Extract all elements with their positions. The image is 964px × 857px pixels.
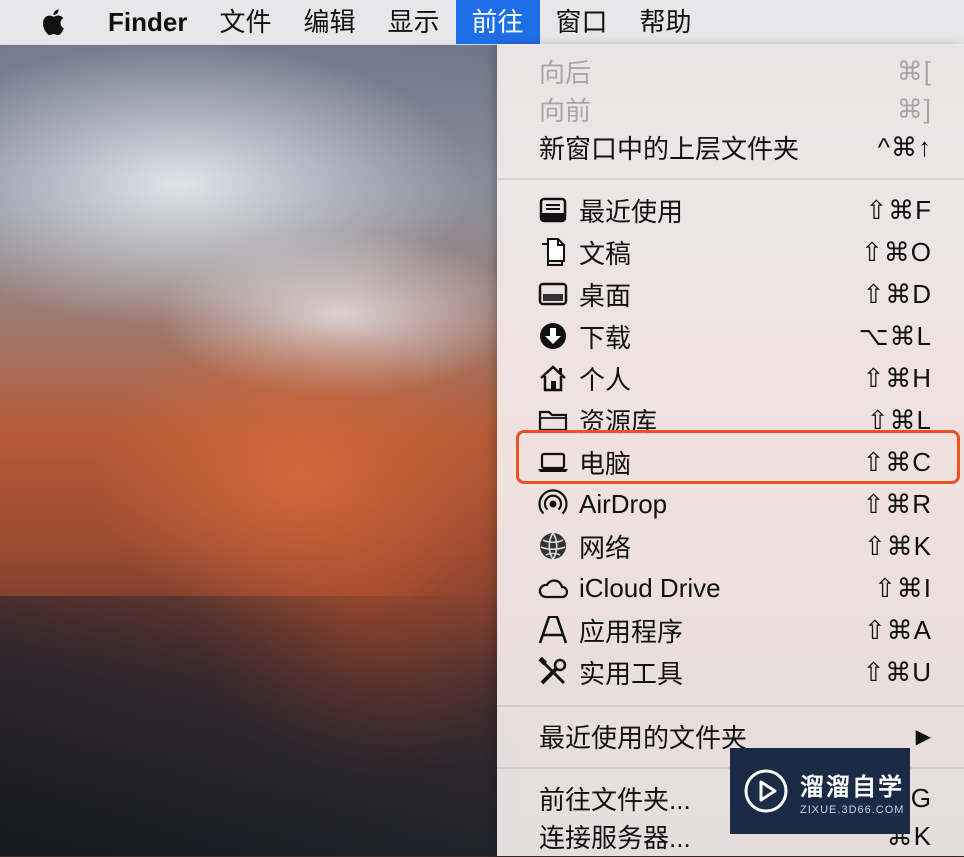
menu-item-label: iCloud Drive bbox=[579, 572, 721, 603]
desktop-icon bbox=[537, 278, 569, 310]
menu-edit[interactable]: 编辑 bbox=[287, 0, 371, 44]
menu-item-utilities[interactable]: 实用工具 ⇧⌘U bbox=[497, 651, 964, 693]
menu-item-label: 网络 bbox=[579, 532, 632, 563]
menu-bar: Finder 文件 编辑 显示 前往 窗口 帮助 bbox=[0, 0, 964, 45]
airdrop-icon bbox=[537, 488, 569, 520]
menu-item-label: 应用程序 bbox=[579, 616, 684, 647]
menu-item-shortcut: ⇧⌘U bbox=[862, 656, 932, 687]
menu-item-label: 向后 bbox=[539, 57, 592, 88]
menu-item-home[interactable]: 个人 ⇧⌘H bbox=[497, 357, 964, 399]
menu-item-shortcut: ⇧⌘K bbox=[863, 530, 932, 561]
menu-item-shortcut: ⌘[ bbox=[896, 55, 932, 86]
menu-go[interactable]: 前往 bbox=[455, 0, 540, 44]
utilities-icon bbox=[537, 656, 569, 688]
menu-window[interactable]: 窗口 bbox=[540, 0, 624, 44]
menu-item-applications[interactable]: 应用程序 ⇧⌘A bbox=[497, 609, 964, 651]
menu-item-downloads[interactable]: 下载 ⌥⌘L bbox=[497, 315, 964, 357]
menu-help[interactable]: 帮助 bbox=[624, 0, 708, 44]
network-icon bbox=[537, 530, 569, 562]
menu-item-label: 下载 bbox=[579, 322, 632, 353]
menu-item-shortcut: ⇧⌘D bbox=[862, 278, 932, 309]
menu-item-label: AirDrop bbox=[579, 488, 668, 519]
menu-item-shortcut: ⇧⌘A bbox=[863, 614, 932, 645]
menu-item-forward[interactable]: 向前 ⌘] bbox=[497, 88, 964, 130]
menu-item-label: 实用工具 bbox=[579, 658, 684, 689]
menu-item-label: 文稿 bbox=[579, 238, 632, 269]
menu-file[interactable]: 文件 bbox=[203, 0, 287, 44]
apple-icon[interactable] bbox=[40, 7, 70, 37]
menu-item-label: 桌面 bbox=[579, 280, 632, 311]
menu-item-airdrop[interactable]: AirDrop ⇧⌘R bbox=[497, 483, 964, 525]
cloud-icon bbox=[537, 572, 569, 604]
recents-icon bbox=[537, 194, 569, 226]
menu-separator bbox=[497, 178, 964, 180]
computer-highlight-box bbox=[516, 430, 960, 484]
menu-item-shortcut: ⇧⌘O bbox=[860, 236, 932, 267]
menu-separator bbox=[497, 705, 964, 707]
menu-finder[interactable]: Finder bbox=[108, 0, 203, 44]
menu-item-label: 向前 bbox=[539, 95, 592, 126]
menu-item-shortcut: ⌥⌘L bbox=[858, 320, 932, 351]
menu-item-shortcut: ⇧⌘H bbox=[862, 362, 932, 393]
download-icon bbox=[537, 320, 569, 352]
menu-item-network[interactable]: 网络 ⇧⌘K bbox=[497, 525, 964, 567]
menu-item-label: 最近使用的文件夹 bbox=[539, 722, 748, 753]
menu-item-back[interactable]: 向后 ⌘[ bbox=[497, 50, 964, 92]
menu-item-recents[interactable]: 最近使用 ⇧⌘F bbox=[497, 189, 964, 231]
menu-item-shortcut: ⇧⌘R bbox=[862, 488, 932, 519]
applications-icon bbox=[537, 614, 569, 646]
play-logo-icon bbox=[744, 769, 788, 813]
menu-view[interactable]: 显示 bbox=[371, 0, 455, 44]
menu-item-desktop[interactable]: 桌面 ⇧⌘D bbox=[497, 273, 964, 315]
menu-item-enclosing-folder[interactable]: 新窗口中的上层文件夹 ^⌘↑ bbox=[497, 126, 964, 168]
menu-item-shortcut: ^⌘↑ bbox=[877, 131, 932, 162]
menu-item-label: 新窗口中的上层文件夹 bbox=[539, 133, 800, 164]
watermark-title: 溜溜自学 bbox=[800, 773, 904, 801]
menu-item-label: 连接服务器... bbox=[539, 822, 691, 853]
menu-item-label: 个人 bbox=[579, 364, 632, 395]
menu-item-shortcut: G bbox=[910, 782, 932, 813]
menu-item-label: 前往文件夹... bbox=[539, 784, 691, 815]
watermark-badge: 溜溜自学 ZIXUE.3D66.COM bbox=[730, 748, 910, 834]
menu-item-shortcut: ⇧⌘I bbox=[873, 572, 932, 603]
submenu-arrow-icon: ▶ bbox=[915, 725, 932, 748]
watermark-subtitle: ZIXUE.3D66.COM bbox=[800, 803, 905, 816]
menu-item-shortcut: ⇧⌘F bbox=[865, 194, 932, 225]
documents-icon bbox=[537, 236, 569, 268]
menu-item-documents[interactable]: 文稿 ⇧⌘O bbox=[497, 231, 964, 273]
home-icon bbox=[537, 362, 569, 394]
wallpaper-shadow bbox=[0, 596, 520, 856]
menu-item-shortcut: ⌘] bbox=[896, 93, 932, 124]
menu-item-icloud-drive[interactable]: iCloud Drive ⇧⌘I bbox=[497, 567, 964, 609]
menu-item-label: 最近使用 bbox=[579, 196, 684, 227]
